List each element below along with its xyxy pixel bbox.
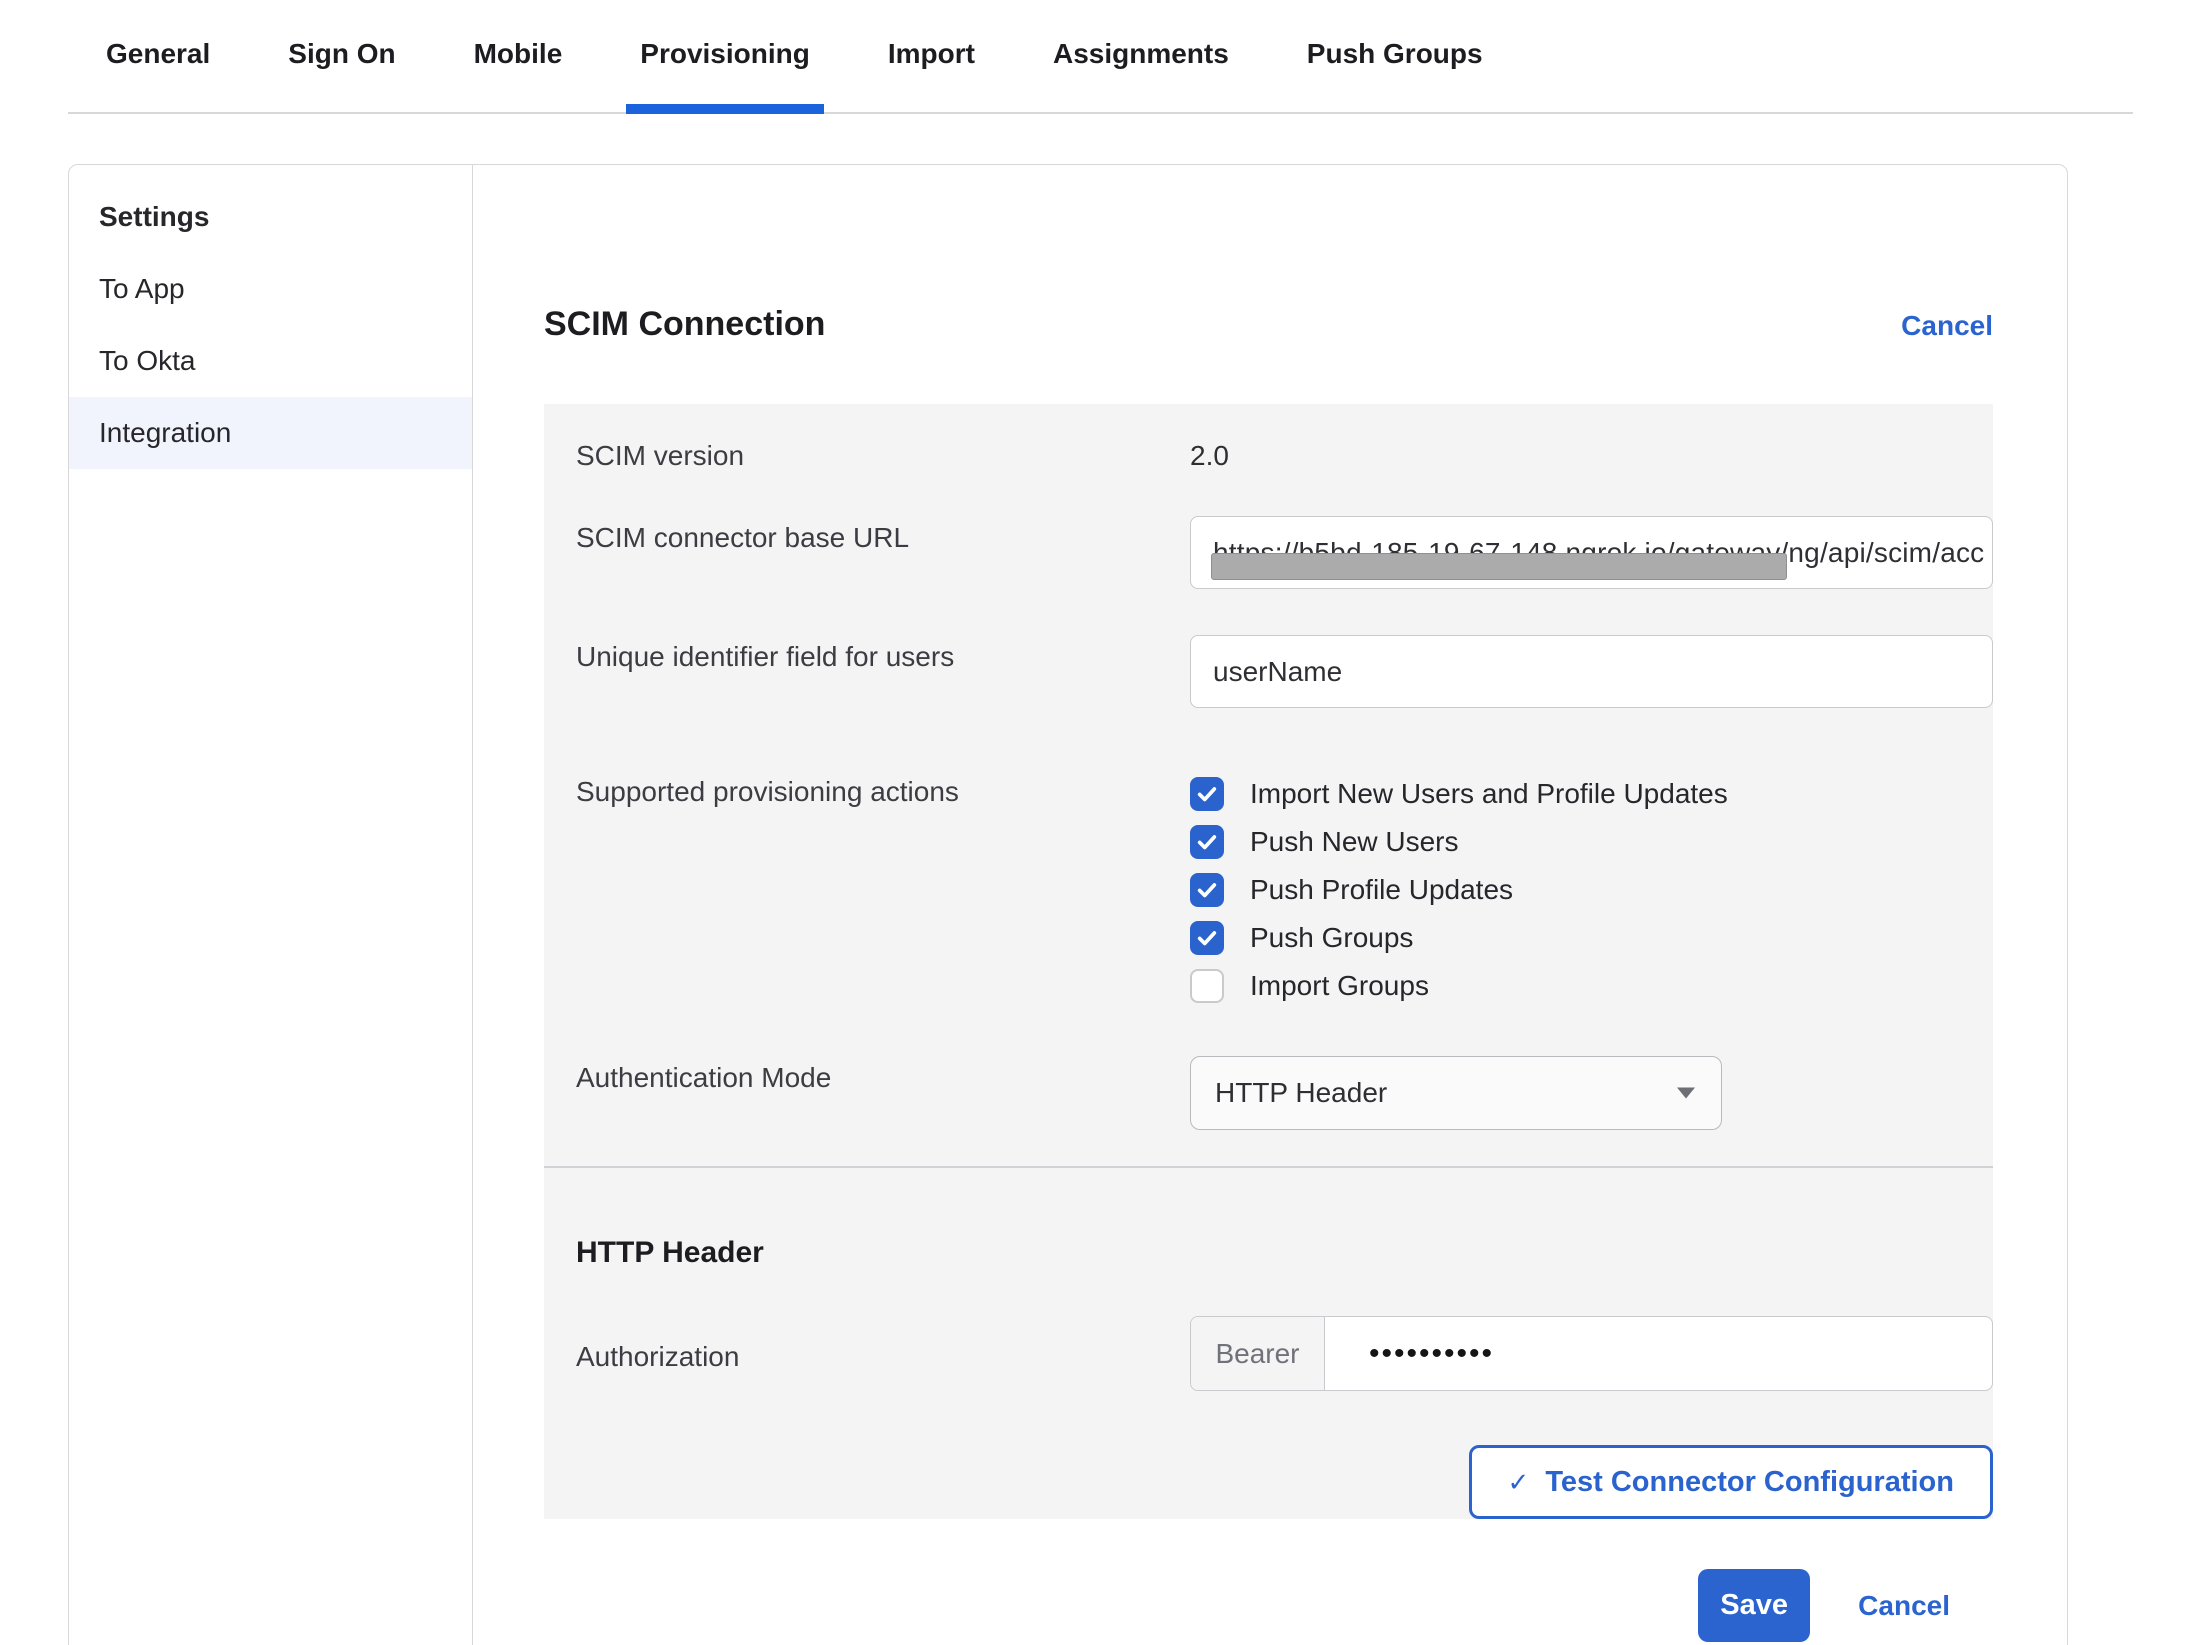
- unique-id-value: userName: [1213, 656, 1342, 688]
- cancel-link-bottom[interactable]: Cancel: [1858, 1590, 1950, 1622]
- cancel-link-top[interactable]: Cancel: [1901, 310, 1993, 342]
- checkmark-icon: [1196, 783, 1218, 805]
- authorization-row: Authorization Bearer ••••••••••: [544, 1316, 1993, 1391]
- auth-mode-label: Authentication Mode: [576, 1056, 1190, 1094]
- base-url-label: SCIM connector base URL: [576, 516, 1190, 554]
- authorization-label: Authorization: [576, 1335, 1190, 1373]
- redaction-bar: [1211, 553, 1787, 580]
- test-connector-label: Test Connector Configuration: [1545, 1466, 1954, 1499]
- tab-provisioning[interactable]: Provisioning: [626, 0, 824, 112]
- sidebar-item-integration[interactable]: Integration: [69, 397, 472, 469]
- scim-connection-content: SCIM Connection Cancel SCIM version 2.0 …: [473, 165, 2067, 1645]
- tab-push-groups[interactable]: Push Groups: [1293, 0, 1497, 112]
- checkbox-row: Import New Users and Profile Updates: [1190, 770, 1993, 818]
- unique-id-label: Unique identifier field for users: [576, 635, 1190, 673]
- checkbox-label: Push Groups: [1250, 922, 1413, 954]
- checkbox-row: Push New Users: [1190, 818, 1993, 866]
- test-connector-row: ✓ Test Connector Configuration: [544, 1445, 1993, 1519]
- tab-sign-on[interactable]: Sign On: [274, 0, 409, 112]
- settings-sidebar: Settings To App To Okta Integration: [69, 165, 473, 1645]
- checkbox-import-new-users[interactable]: [1190, 777, 1224, 811]
- scim-version-value: 2.0: [1190, 434, 1993, 472]
- checkbox-row: Import Groups: [1190, 962, 1993, 1010]
- sidebar-title: Settings: [69, 181, 472, 253]
- form-footer: Save Cancel: [544, 1569, 1993, 1642]
- provisioning-actions-row: Supported provisioning actions Import Ne…: [544, 770, 1993, 1010]
- auth-mode-value: HTTP Header: [1215, 1077, 1387, 1109]
- app-tab-bar: General Sign On Mobile Provisioning Impo…: [68, 0, 2133, 114]
- save-button[interactable]: Save: [1698, 1569, 1810, 1642]
- checkbox-push-new-users[interactable]: [1190, 825, 1224, 859]
- tab-assignments[interactable]: Assignments: [1039, 0, 1243, 112]
- tab-general[interactable]: General: [92, 0, 224, 112]
- checkbox-label: Push Profile Updates: [1250, 874, 1513, 906]
- authorization-input-group: Bearer ••••••••••: [1190, 1316, 1993, 1391]
- sidebar-item-to-okta[interactable]: To Okta: [69, 325, 472, 397]
- test-connector-button[interactable]: ✓ Test Connector Configuration: [1469, 1445, 1993, 1519]
- auth-mode-select[interactable]: HTTP Header: [1190, 1056, 1722, 1130]
- checkbox-import-groups[interactable]: [1190, 969, 1224, 1003]
- checkbox-label: Push New Users: [1250, 826, 1459, 858]
- checkmark-icon: [1196, 879, 1218, 901]
- page-title: SCIM Connection: [544, 305, 825, 344]
- scim-version-label: SCIM version: [576, 434, 1190, 472]
- checkbox-row: Push Profile Updates: [1190, 866, 1993, 914]
- provisioning-actions-group: Import New Users and Profile Updates Pus…: [1190, 770, 1993, 1010]
- checkbox-push-groups[interactable]: [1190, 921, 1224, 955]
- base-url-input[interactable]: https://b5bd-185-19-67-148.ngrok.io/gate…: [1190, 516, 1993, 589]
- checkbox-push-profile-updates[interactable]: [1190, 873, 1224, 907]
- chevron-down-icon: [1677, 1088, 1695, 1099]
- authorization-token-input[interactable]: ••••••••••: [1325, 1317, 1992, 1390]
- scim-version-row: SCIM version 2.0: [544, 404, 1993, 472]
- auth-mode-row: Authentication Mode HTTP Header: [544, 1056, 1993, 1130]
- section-header: SCIM Connection Cancel: [544, 305, 1993, 344]
- provisioning-card: Settings To App To Okta Integration SCIM…: [68, 164, 2068, 1645]
- tab-import[interactable]: Import: [874, 0, 989, 112]
- checkbox-label: Import Groups: [1250, 970, 1429, 1002]
- http-header-heading: HTTP Header: [544, 1168, 1993, 1270]
- provisioning-settings-page: General Sign On Mobile Provisioning Impo…: [0, 0, 2201, 1645]
- scim-form-panel: SCIM version 2.0 SCIM connector base URL…: [544, 404, 1993, 1519]
- tab-mobile[interactable]: Mobile: [460, 0, 577, 112]
- unique-id-row: Unique identifier field for users userNa…: [544, 635, 1993, 708]
- checkmark-icon: [1196, 831, 1218, 853]
- check-icon: ✓: [1508, 1467, 1530, 1498]
- sidebar-item-to-app[interactable]: To App: [69, 253, 472, 325]
- bearer-prefix: Bearer: [1191, 1317, 1325, 1390]
- provisioning-actions-label: Supported provisioning actions: [576, 770, 1190, 808]
- checkbox-row: Push Groups: [1190, 914, 1993, 962]
- checkbox-label: Import New Users and Profile Updates: [1250, 778, 1728, 810]
- checkmark-icon: [1196, 927, 1218, 949]
- base-url-row: SCIM connector base URL https://b5bd-185…: [544, 516, 1993, 589]
- unique-id-input[interactable]: userName: [1190, 635, 1993, 708]
